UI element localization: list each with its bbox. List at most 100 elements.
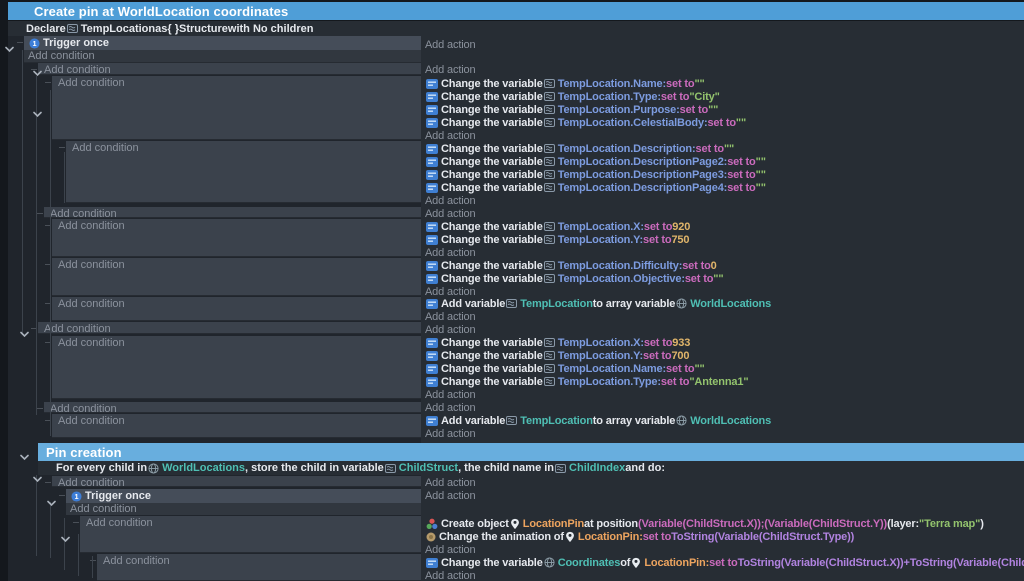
group-header-pin-creation[interactable]: Pin creation: [38, 443, 1024, 461]
add-condition-link[interactable]: Add condition: [52, 297, 421, 310]
action-row[interactable]: Change the variable TempLocation.Name: s…: [425, 362, 705, 375]
add-action-link[interactable]: Add action: [425, 476, 475, 489]
action-row[interactable]: Add variable TempLocation to array varia…: [425, 297, 771, 310]
condition-panel[interactable]: Add condition: [44, 207, 421, 218]
action-row[interactable]: Change the variable TempLocation.Type: s…: [425, 90, 720, 103]
add-action-link[interactable]: Add action: [425, 194, 475, 207]
action-row[interactable]: Add variable TempLocation to array varia…: [425, 414, 771, 427]
action-row[interactable]: Change the variable TempLocation.Type: s…: [425, 375, 748, 388]
condition-panel[interactable]: Add condition: [52, 297, 421, 321]
add-condition-link[interactable]: Add condition: [52, 336, 421, 349]
condition-panel[interactable]: Add condition: [97, 554, 421, 581]
condition-panel[interactable]: Add condition: [80, 516, 421, 553]
add-condition-link[interactable]: Add condition: [80, 516, 421, 529]
add-condition-link[interactable]: Add condition: [97, 554, 421, 567]
collapse-chevron-icon[interactable]: [47, 494, 56, 501]
add-action-link[interactable]: Add action: [425, 323, 475, 336]
collapse-chevron-icon[interactable]: [61, 530, 70, 537]
action-row[interactable]: Change the variable TempLocation.Descrip…: [425, 181, 766, 194]
condition-panel[interactable]: Add condition: [52, 258, 421, 296]
action-row[interactable]: Change the variable TempLocation.Y: set …: [425, 349, 689, 362]
add-condition-link[interactable]: Add condition: [52, 476, 421, 489]
condition-panel[interactable]: Add condition: [52, 76, 421, 140]
add-action-link[interactable]: Add action: [425, 38, 475, 51]
add-action-link[interactable]: Add action: [425, 129, 475, 142]
action-row[interactable]: Change the variable TempLocation.X: set …: [425, 336, 690, 349]
condition-panel[interactable]: Add condition: [38, 63, 421, 75]
text-segment: Change the variable: [441, 117, 543, 129]
text-segment: set to: [643, 234, 671, 246]
tree-connector: [17, 42, 23, 43]
trigger-once-condition[interactable]: 1Trigger once: [66, 489, 421, 503]
collapse-chevron-icon[interactable]: [20, 448, 29, 455]
add-action-link[interactable]: Add action: [425, 427, 475, 440]
action-row[interactable]: Change the variable TempLocation.Descrip…: [425, 142, 734, 155]
text-segment: TempLocation.Name:: [558, 363, 666, 375]
condition-panel[interactable]: Add condition: [52, 414, 421, 438]
action-row[interactable]: Change the variable TempLocation.Descrip…: [425, 168, 766, 181]
add-action-link[interactable]: Add action: [425, 63, 475, 76]
create-object-icon: [426, 518, 438, 530]
text-segment: 0: [711, 260, 717, 272]
condition-panel[interactable]: Add condition: [38, 322, 421, 334]
add-condition-link[interactable]: Add condition: [66, 141, 421, 154]
action-row[interactable]: Change the variable TempLocation.Celesti…: [425, 116, 746, 129]
condition-panel[interactable]: 1Trigger onceAdd condition: [24, 36, 421, 63]
action-row[interactable]: Change the variable TempLocation.Y: set …: [425, 233, 689, 246]
variable-action-icon: [426, 144, 438, 154]
text-segment: Coordinates: [558, 557, 621, 569]
declare-variable-event[interactable]: Declare TempLocation as { }Structure wit…: [8, 21, 1024, 36]
action-row[interactable]: Change the animation of LocationPin: set…: [425, 530, 854, 543]
condition-panel[interactable]: Add condition: [44, 402, 421, 413]
condition-panel[interactable]: Add condition: [52, 219, 421, 257]
collapse-chevron-icon[interactable]: [33, 105, 42, 112]
action-row[interactable]: Change the variable Coordinates of Locat…: [425, 556, 1024, 569]
add-action-link[interactable]: Add action: [425, 388, 475, 401]
add-action-link[interactable]: Add action: [425, 489, 475, 502]
variable-action-icon: [426, 118, 438, 128]
foreach-event[interactable]: For every child in WorldLocations , stor…: [38, 461, 1024, 475]
tree-guide-line: [78, 534, 79, 576]
collapse-chevron-icon[interactable]: [5, 40, 14, 47]
condition-panel[interactable]: Add condition: [66, 141, 421, 203]
action-row[interactable]: Change the variable TempLocation.Purpose…: [425, 103, 718, 116]
text-segment: , store the child in variable: [245, 462, 384, 474]
collapse-chevron-icon[interactable]: [20, 325, 29, 332]
condition-panel[interactable]: 1Trigger onceAdd condition: [66, 489, 421, 515]
collapse-chevron-icon[interactable]: [33, 470, 42, 477]
add-action-link[interactable]: Add action: [425, 401, 475, 414]
trigger-once-condition[interactable]: 1Trigger once: [24, 36, 421, 50]
add-condition-link[interactable]: Add condition: [52, 76, 421, 89]
action-row[interactable]: Change the variable TempLocation.Name: s…: [425, 77, 705, 90]
action-row[interactable]: Create object LocationPin at position (V…: [425, 517, 984, 530]
group-header-create-pin[interactable]: Create pin at WorldLocation coordinates: [8, 2, 1024, 20]
text-segment: 750: [671, 234, 689, 246]
add-action-link[interactable]: Add action: [425, 543, 475, 556]
text-segment: ChildIndex: [569, 462, 625, 474]
text-segment: "": [756, 169, 766, 181]
collapse-chevron-icon[interactable]: [33, 64, 42, 71]
add-condition-link[interactable]: Add condition: [66, 503, 421, 515]
add-action-link[interactable]: Add action: [425, 246, 475, 259]
text-segment: Change the variable: [441, 156, 543, 168]
action-row[interactable]: Change the variable TempLocation.X: set …: [425, 220, 690, 233]
text-segment: set to: [644, 221, 672, 233]
variable-action-icon: [426, 235, 438, 245]
add-action-link[interactable]: Add action: [425, 569, 475, 581]
text-segment: 933: [672, 337, 690, 349]
condition-panel[interactable]: Add condition: [52, 476, 421, 487]
add-condition-link[interactable]: Add condition: [52, 258, 421, 271]
action-row[interactable]: Change the variable TempLocation.Objecti…: [425, 272, 723, 285]
add-condition-link[interactable]: Add condition: [52, 219, 421, 232]
add-condition-link[interactable]: Add condition: [38, 322, 421, 335]
text-segment: "": [736, 117, 746, 129]
action-row[interactable]: Change the variable TempLocation.Difficu…: [425, 259, 717, 272]
add-condition-link[interactable]: Add condition: [52, 414, 421, 427]
add-condition-link[interactable]: Add condition: [24, 50, 421, 62]
text-segment: set to: [661, 91, 689, 103]
action-row[interactable]: Change the variable TempLocation.Descrip…: [425, 155, 766, 168]
add-condition-link[interactable]: Add condition: [38, 63, 421, 76]
add-action-link[interactable]: Add action: [425, 207, 475, 220]
condition-panel[interactable]: Add condition: [52, 336, 421, 399]
add-action-link[interactable]: Add action: [425, 310, 475, 323]
